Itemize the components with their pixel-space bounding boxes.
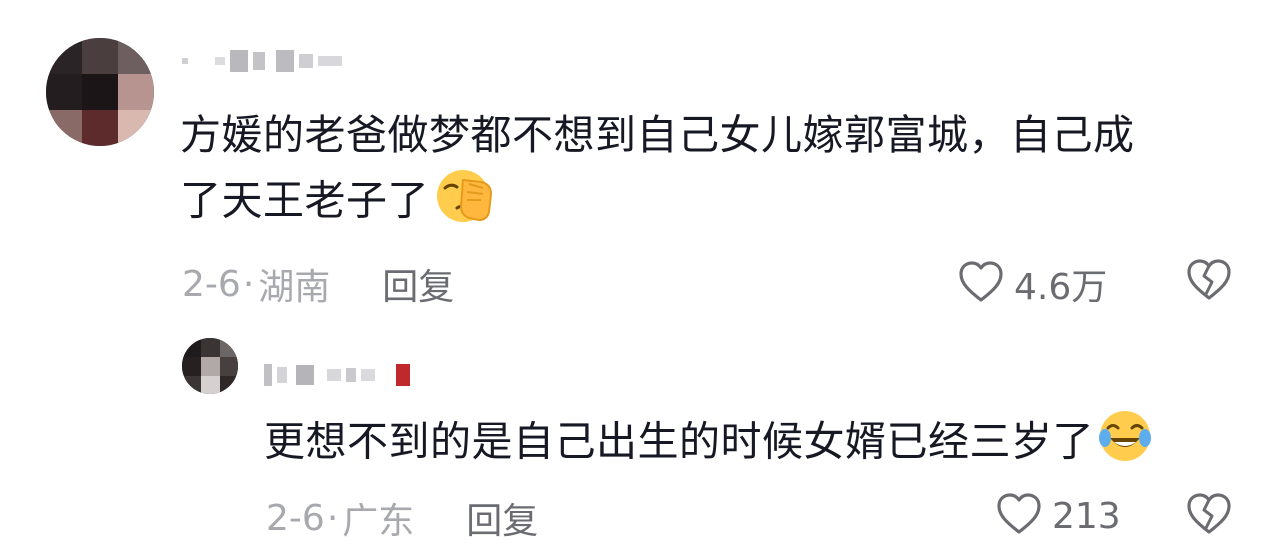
meta-separator: · <box>242 263 255 305</box>
avatar[interactable] <box>182 338 238 394</box>
avatar[interactable] <box>46 38 154 146</box>
dislike-button[interactable] <box>1186 492 1232 540</box>
comment-text-line: 了天王老子了 <box>180 166 1135 241</box>
comment-meta: 2-6 · 湖南 回复 <box>182 258 454 310</box>
heart-outline-icon <box>996 492 1042 540</box>
like-button[interactable]: 4.6万 <box>958 258 1107 310</box>
heart-outline-icon <box>958 260 1004 308</box>
facepalm-emoji-icon <box>433 166 495 241</box>
username[interactable] <box>264 362 410 388</box>
crying-laughing-emoji-icon <box>1096 408 1154 481</box>
like-count: 213 <box>1052 495 1121 537</box>
comment-text: 方媛的老爸做梦都不想到自己女儿嫁郭富城，自己成 了天王老子了 <box>180 104 1135 241</box>
reply-button[interactable]: 回复 <box>466 492 538 544</box>
comment-text-line: 方媛的老爸做梦都不想到自己女儿嫁郭富城，自己成 <box>180 111 1135 159</box>
meta-separator: · <box>326 497 339 539</box>
comment-date: 2-6 <box>266 497 325 539</box>
comment-location: 湖南 <box>258 267 331 308</box>
comment-date: 2-6 <box>182 263 241 305</box>
comment-location: 广东 <box>342 501 415 542</box>
broken-heart-icon <box>1186 259 1232 306</box>
like-count: 4.6万 <box>1014 267 1108 308</box>
like-button[interactable]: 213 <box>996 492 1121 540</box>
reply-button[interactable]: 回复 <box>382 258 454 310</box>
dislike-button[interactable] <box>1186 258 1232 306</box>
comment-meta: 2-6 · 广东 回复 <box>266 492 538 544</box>
broken-heart-icon <box>1186 493 1232 540</box>
comment-text: 更想不到的是自己出生的时候女婿已经三岁了 <box>264 408 1154 481</box>
username[interactable] <box>182 48 342 74</box>
